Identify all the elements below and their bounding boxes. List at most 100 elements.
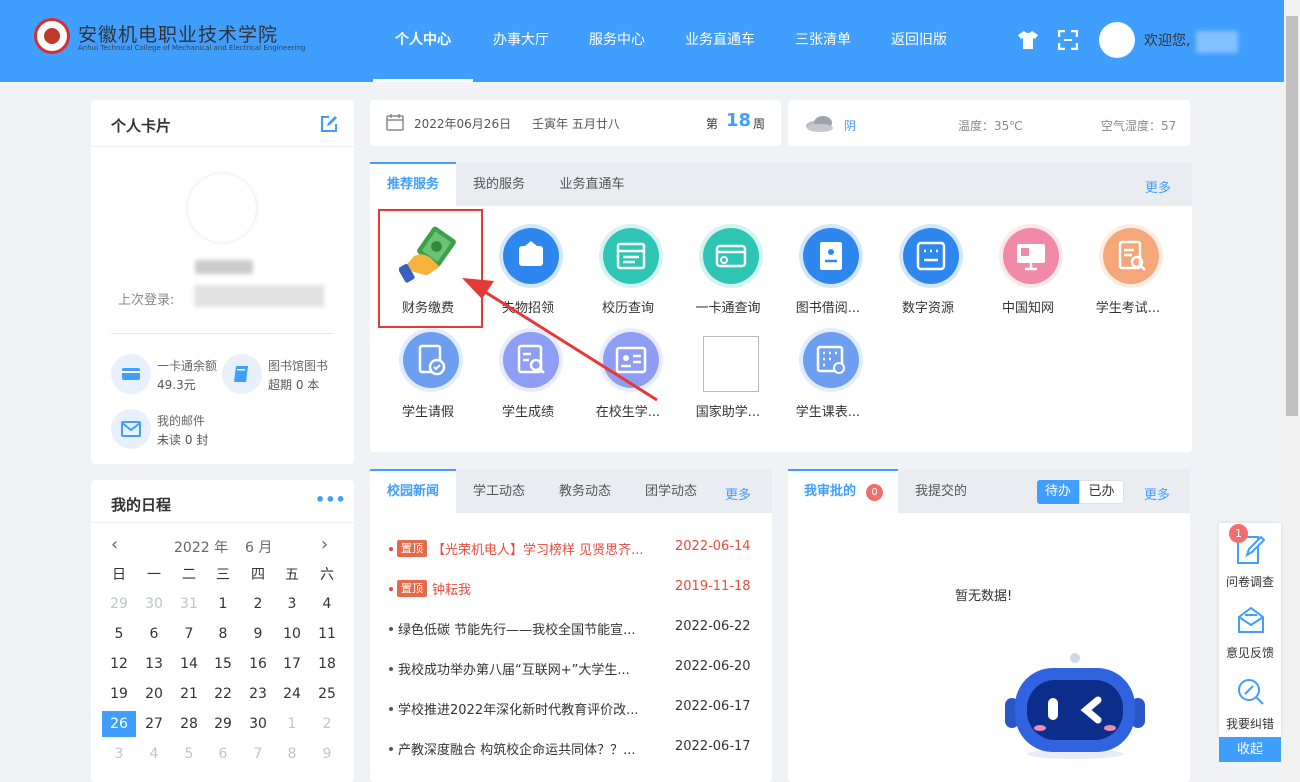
- calendar-day[interactable]: 1: [206, 591, 240, 617]
- news-title[interactable]: 产教深度融合 构筑校企命运共同体？？...: [398, 739, 658, 758]
- feedback-icon[interactable]: [1236, 605, 1266, 635]
- calendar-day[interactable]: 17: [275, 651, 309, 677]
- news-title[interactable]: 钟耘我: [432, 579, 658, 598]
- approval-more-link[interactable]: 更多: [1144, 484, 1170, 503]
- calendar-next-icon[interactable]: ›: [321, 534, 328, 555]
- nav-service-hall[interactable]: 办事大厅: [483, 0, 559, 82]
- calendar-day[interactable]: 23: [241, 681, 275, 707]
- service-presentation-tile[interactable]: 中国知网: [978, 212, 1078, 316]
- services-more-link[interactable]: 更多: [1145, 177, 1171, 196]
- service-leave-tile[interactable]: 学生请假: [378, 316, 478, 420]
- calendar-day[interactable]: 22: [206, 681, 240, 707]
- calendar-day[interactable]: 10: [275, 621, 309, 647]
- feedback-label[interactable]: 意见反馈: [1226, 644, 1274, 661]
- done-toggle-button[interactable]: 已办: [1079, 480, 1124, 504]
- calendar-month[interactable]: 6 月: [245, 537, 272, 557]
- news-item[interactable]: 我校成功举办第八届“互联网+”大学生... 2022-06-20: [387, 659, 767, 679]
- nav-business-express[interactable]: 业务直通车: [675, 0, 765, 82]
- calendar-day[interactable]: 9: [310, 741, 344, 767]
- collapse-button[interactable]: 收起: [1219, 737, 1281, 762]
- service-exam-tile[interactable]: 学生考试...: [1078, 212, 1178, 316]
- nav-service-center[interactable]: 服务中心: [579, 0, 655, 82]
- correction-icon[interactable]: [1236, 677, 1266, 707]
- user-avatar[interactable]: [1099, 22, 1135, 58]
- tab-student-affairs[interactable]: 学工动态: [463, 469, 535, 513]
- calendar-day[interactable]: 1: [275, 711, 309, 737]
- shirt-icon[interactable]: [1018, 31, 1038, 49]
- calendar-day[interactable]: 14: [172, 651, 206, 677]
- calendar-day[interactable]: 21: [172, 681, 206, 707]
- edit-icon[interactable]: [320, 115, 338, 133]
- nav-back-to-old[interactable]: 返回旧版: [881, 0, 957, 82]
- service-grade-tile[interactable]: 学生成绩: [478, 316, 578, 420]
- calendar-day[interactable]: 3: [275, 591, 309, 617]
- calendar-day[interactable]: 28: [172, 711, 206, 737]
- calendar-day[interactable]: 27: [137, 711, 171, 737]
- calendar-day[interactable]: 6: [137, 621, 171, 647]
- correction-label[interactable]: 我要纠错: [1226, 715, 1274, 732]
- tab-business-express[interactable]: 业务直通车: [547, 162, 637, 206]
- calendar-day[interactable]: 30: [137, 591, 171, 617]
- fullscreen-icon[interactable]: [1058, 30, 1078, 50]
- calendar-day[interactable]: 30: [241, 711, 275, 737]
- news-title[interactable]: 我校成功举办第八届“互联网+”大学生...: [398, 659, 658, 678]
- news-more-link[interactable]: 更多: [725, 484, 751, 503]
- calendar-day[interactable]: 5: [102, 621, 136, 647]
- news-item[interactable]: 绿色低碳 节能先行——我校全国节能宣... 2022-06-22: [387, 619, 767, 639]
- calendar-prev-icon[interactable]: ‹: [111, 534, 118, 555]
- calendar-day[interactable]: 29: [206, 711, 240, 737]
- schedule-more-button[interactable]: •••: [315, 490, 346, 509]
- service-student-id-tile[interactable]: 在校生学...: [578, 316, 678, 420]
- calendar-day[interactable]: 2: [241, 591, 275, 617]
- service-calendar-tile[interactable]: 校历查询: [578, 212, 678, 316]
- tab-campus-news[interactable]: 校园新闻: [370, 469, 456, 513]
- calendar-day[interactable]: 25: [310, 681, 344, 707]
- calendar-day[interactable]: 4: [137, 741, 171, 767]
- tab-my-services[interactable]: 我的服务: [461, 162, 537, 206]
- calendar-day[interactable]: 20: [137, 681, 171, 707]
- news-title[interactable]: 【光荣机电人】学习榜样 见贤思齐...: [432, 539, 658, 558]
- service-blank-tile[interactable]: 国家助学...: [678, 316, 778, 420]
- calendar-day[interactable]: 7: [241, 741, 275, 767]
- calendar-day[interactable]: 3: [102, 741, 136, 767]
- news-title[interactable]: 绿色低碳 节能先行——我校全国节能宣...: [398, 619, 658, 638]
- news-item[interactable]: 学校推进2022年深化新时代教育评价改... 2022-06-17: [387, 699, 767, 719]
- nav-personal-center[interactable]: 个人中心: [373, 0, 473, 82]
- tab-recommended-services[interactable]: 推荐服务: [370, 162, 456, 206]
- scrollbar-thumb[interactable]: [1286, 16, 1298, 416]
- calendar-day[interactable]: 15: [206, 651, 240, 677]
- calendar-day[interactable]: 8: [206, 621, 240, 647]
- service-timetable-tile[interactable]: 学生课表...: [778, 316, 878, 420]
- nav-three-lists[interactable]: 三张清单: [785, 0, 861, 82]
- news-item[interactable]: 置顶 【光荣机电人】学习榜样 见贤思齐... 2022-06-14: [387, 539, 767, 559]
- calendar-day[interactable]: 29: [102, 591, 136, 617]
- tab-my-submissions[interactable]: 我提交的: [903, 469, 979, 513]
- calendar-day[interactable]: 13: [137, 651, 171, 677]
- survey-label[interactable]: 问卷调查: [1226, 573, 1274, 590]
- calendar-day[interactable]: 11: [310, 621, 344, 647]
- tab-youth-league[interactable]: 团学动态: [635, 469, 707, 513]
- calendar-day[interactable]: 5: [172, 741, 206, 767]
- school-logo[interactable]: 安徽机电职业技术学院 Anhui Technical College of Me…: [34, 18, 305, 58]
- calendar-day[interactable]: 12: [102, 651, 136, 677]
- news-title[interactable]: 学校推进2022年深化新时代教育评价改...: [398, 699, 658, 718]
- calendar-year[interactable]: 2022 年: [174, 537, 228, 557]
- service-card-tile[interactable]: 一卡通查询: [678, 212, 778, 316]
- service-lost-found-tile[interactable]: 失物招领: [478, 212, 578, 316]
- calendar-day[interactable]: 31: [172, 591, 206, 617]
- news-item[interactable]: 产教深度融合 构筑校企命运共同体？？... 2022-06-17: [387, 739, 767, 759]
- service-resource-tile[interactable]: 数字资源: [878, 212, 978, 316]
- calendar-day[interactable]: 24: [275, 681, 309, 707]
- calendar-day[interactable]: 18: [310, 651, 344, 677]
- calendar-day[interactable]: 6: [206, 741, 240, 767]
- service-book-tile[interactable]: 图书借阅...: [778, 212, 878, 316]
- todo-toggle-button[interactable]: 待办: [1037, 480, 1079, 504]
- news-item[interactable]: 置顶 钟耘我 2019-11-18: [387, 579, 767, 599]
- calendar-day[interactable]: 8: [275, 741, 309, 767]
- tab-academic-affairs[interactable]: 教务动态: [549, 469, 621, 513]
- calendar-day-today[interactable]: 26: [102, 711, 136, 737]
- calendar-day[interactable]: 7: [172, 621, 206, 647]
- calendar-day[interactable]: 2: [310, 711, 344, 737]
- calendar-day[interactable]: 9: [241, 621, 275, 647]
- calendar-day[interactable]: 16: [241, 651, 275, 677]
